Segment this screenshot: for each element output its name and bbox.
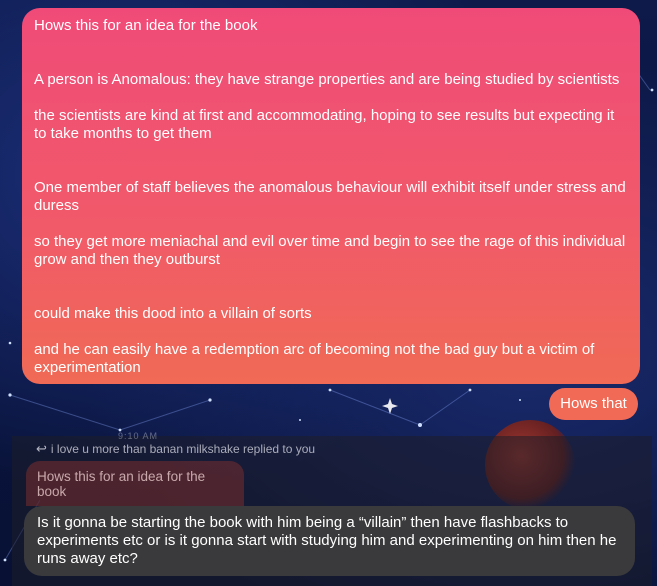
sent-message-bubble-short[interactable]: Hows that [549, 388, 638, 420]
message-line: Hows this for an idea for the book [34, 17, 258, 34]
message-line: could make this dood into a villain of s… [34, 305, 312, 322]
sent-message-bubble[interactable]: Hows this for an idea for the book A per… [22, 8, 640, 384]
message-line: One member of staff believes the anomalo… [34, 179, 626, 214]
reply-header-text: i love u more than banan milkshake repli… [50, 442, 316, 456]
quoted-message-preview[interactable]: Hows this for an idea for the book [26, 461, 244, 506]
message-timestamp: 9:10 AM [118, 431, 159, 441]
message-text: Hows that [560, 395, 627, 412]
reply-arrow-icon: ↩ [36, 441, 47, 456]
message-line: A person is Anomalous: they have strange… [34, 71, 620, 88]
quoted-message-text: Hows this for an idea for the book [37, 469, 206, 499]
received-message-bubble[interactable]: Is it gonna be starting the book with hi… [24, 506, 635, 576]
message-line: so they get more meniachal and evil over… [34, 233, 626, 268]
message-line: and he can easily have a redemption arc … [34, 341, 595, 376]
message-text: Is it gonna be starting the book with hi… [37, 514, 617, 567]
reply-context-header: ↩ i love u more than banan milkshake rep… [36, 441, 315, 457]
message-line: the scientists are kind at first and acc… [34, 107, 615, 142]
